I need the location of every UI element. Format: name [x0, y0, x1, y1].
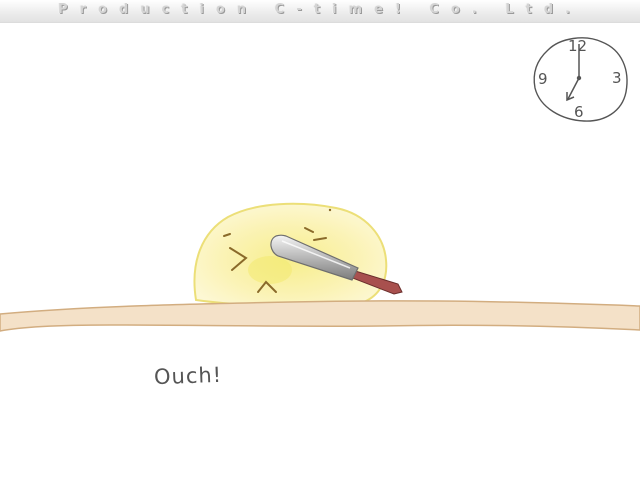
clock-numeral-3: 3: [612, 69, 622, 87]
clock-numeral-12: 12: [568, 37, 587, 55]
clock-center: [576, 75, 582, 81]
clock-numeral-6: 6: [574, 103, 584, 121]
clock-numeral-9: 9: [538, 70, 548, 88]
clock-icon[interactable]: 12 3 6 9: [533, 37, 628, 122]
ouch-caption: Ouch!: [153, 362, 223, 390]
game-scene: 12 3 6 9: [0, 37, 640, 332]
bread-surface: [0, 300, 640, 332]
butter-blush: [248, 256, 292, 284]
butter-crumb: [328, 208, 332, 212]
